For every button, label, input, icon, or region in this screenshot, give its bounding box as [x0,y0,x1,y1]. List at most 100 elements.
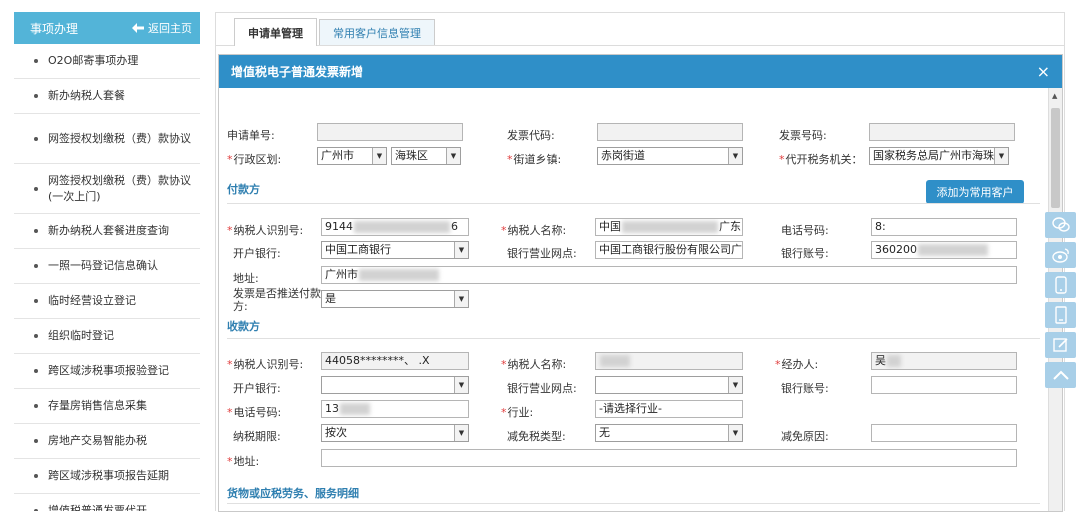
sidebar-item-real-estate[interactable]: 房地产交易智能办税 [14,424,200,459]
invoice-code-field[interactable] [597,123,743,141]
payer-address-label: 地址: [233,272,259,285]
push-invoice-select[interactable]: 是 ▼ [321,290,469,308]
phone-icon[interactable] [1045,272,1076,298]
chevron-down-icon: ▼ [446,148,460,164]
invoice-no-field[interactable] [869,123,1015,141]
chevron-down-icon: ▼ [454,377,468,393]
payee-taxid-label: *纳税人识别号: [227,358,304,371]
region-city-select[interactable]: 广州市 ▼ [317,147,387,165]
sidebar-title: 事项办理 [30,21,79,36]
chevron-down-icon: ▼ [454,291,468,307]
back-home-label: 返回主页 [148,22,192,35]
payee-bank-select[interactable]: ▼ [321,376,469,394]
region-label: *行政区划: [227,153,282,166]
sidebar-item-debit-agreement-onsite[interactable]: 网签授权划缴税（费）款协议(一次上门) [14,164,200,214]
payer-account-field[interactable]: 360200 [871,241,1017,259]
chevron-down-icon: ▼ [994,148,1008,164]
payee-name-field[interactable] [595,352,743,370]
chevron-down-icon: ▼ [454,242,468,258]
top-icon[interactable] [1045,362,1076,388]
payer-branch-label: 银行营业网点: [507,247,577,260]
sidebar-item-label: O2O邮寄事项办理 [48,54,139,67]
tablet-icon[interactable] [1045,302,1076,328]
sidebar-item-progress-query[interactable]: 新办纳税人套餐进度查询 [14,214,200,249]
relief-type-label: 减免税类型: [507,430,566,443]
sidebar-item-registration-confirm[interactable]: 一照一码登记信息确认 [14,249,200,284]
sidebar-item-label: 跨区域涉税事项报验登记 [48,364,169,377]
main-panel: 申请单管理 常用客户信息管理 增值税电子普通发票新增 × ▲ 申请单号: 发票代… [215,12,1065,512]
chevron-down-icon: ▼ [454,425,468,441]
divider [227,338,1040,339]
sidebar-item-cross-region[interactable]: 跨区域涉税事项报验登记 [14,354,200,389]
sidebar-item-temp-business[interactable]: 临时经营设立登记 [14,284,200,319]
payer-phone-field[interactable]: 8: [871,218,1017,236]
payee-account-field[interactable] [871,376,1017,394]
invoice-no-label: 发票号码: [779,129,827,142]
application-no-field[interactable] [317,123,463,141]
relief-reason-field[interactable] [871,424,1017,442]
close-icon[interactable]: × [1037,62,1050,81]
handler-label: *经办人: [775,358,819,371]
payer-section-title: 付款方 [227,183,260,196]
weibo-icon[interactable] [1045,242,1076,268]
payer-taxid-field[interactable]: 9144 6 [321,218,469,236]
sidebar-item-housing-sale[interactable]: 存量房销售信息采集 [14,389,200,424]
sidebar-item-label: 临时经营设立登记 [48,294,136,307]
payer-branch-field[interactable]: 中国工商银行股份有限公司广州 [595,241,743,259]
relief-type-select[interactable]: 无 ▼ [595,424,743,442]
payee-account-label: 银行账号: [781,382,829,395]
sidebar-item-label: 网签授权划缴税（费）款协议 [48,131,191,145]
region-district-select[interactable]: 海珠区 ▼ [391,147,461,165]
street-select[interactable]: 赤岗街道 ▼ [597,147,743,165]
payer-bank-select[interactable]: 中国工商银行 ▼ [321,241,469,259]
divider [227,503,1040,504]
invoice-code-label: 发票代码: [507,129,555,142]
sidebar-item-label: 增值税普通发票代开 [48,504,147,511]
handler-field[interactable]: 吴 [871,352,1017,370]
edit-icon[interactable] [1045,332,1076,358]
payer-name-label: *纳税人名称: [501,224,567,237]
push-invoice-label: 发票是否推送付款 方: [233,287,321,313]
scroll-thumb[interactable] [1051,108,1060,208]
application-no-label: 申请单号: [227,129,275,142]
chevron-down-icon: ▼ [372,148,386,164]
sidebar-item-label: 房地产交易智能办税 [48,434,147,447]
invoice-dialog: 增值税电子普通发票新增 × ▲ 申请单号: 发票代码: 发票号码: *行政区划:… [218,54,1063,512]
payee-phone-field[interactable]: 13 [321,400,469,418]
payee-branch-label: 银行营业网点: [507,382,577,395]
add-customer-button[interactable]: 添加为常用客户 [926,180,1024,204]
payer-address-field[interactable]: 广州市 [321,266,1017,284]
sidebar-item-o2o[interactable]: O2O邮寄事项办理 [14,44,200,79]
payee-taxid-field[interactable]: 44058********、 .X [321,352,469,370]
payer-name-field[interactable]: 中国 广东 [595,218,743,236]
tab-application-management[interactable]: 申请单管理 [234,18,317,46]
dialog-header: 增值税电子普通发票新增 × [219,55,1062,88]
sidebar-item-new-taxpayer[interactable]: 新办纳税人套餐 [14,79,200,114]
sidebar-header: 事项办理 返回主页 [14,12,200,44]
goods-section-title: 货物或应税劳务、服务明细 [227,487,359,500]
sidebar-item-org-temp[interactable]: 组织临时登记 [14,319,200,354]
industry-field[interactable]: -请选择行业- [595,400,743,418]
payer-taxid-label: *纳税人识别号: [227,224,304,237]
sidebar-item-cross-region-extend[interactable]: 跨区域涉税事项报告延期 [14,459,200,494]
tax-period-select[interactable]: 按次 ▼ [321,424,469,442]
sidebar-item-vat-invoice[interactable]: 增值税普通发票代开 [14,494,200,511]
payer-phone-label: 电话号码: [781,224,829,237]
tab-customer-management[interactable]: 常用客户信息管理 [319,19,435,45]
tab-bar: 申请单管理 常用客户信息管理 [216,13,1064,46]
agency-select[interactable]: 国家税务总局广州市海珠 ▼ [869,147,1009,165]
back-home-link[interactable]: 返回主页 [132,20,192,36]
sidebar-item-debit-agreement[interactable]: 网签授权划缴税（费）款协议 [14,114,200,164]
scroll-up-icon[interactable]: ▲ [1052,92,1057,100]
wechat-icon[interactable] [1045,212,1076,238]
payee-address-field[interactable] [321,449,1017,467]
tax-period-label: 纳税期限: [233,430,281,443]
sidebar-item-label: 网签授权划缴税（费）款协议(一次上门) [48,173,191,203]
payee-branch-select[interactable]: ▼ [595,376,743,394]
sidebar-item-label: 跨区域涉税事项报告延期 [48,469,169,482]
payee-bank-label: 开户银行: [233,382,281,395]
agency-label: *代开税务机关： [779,153,863,166]
sidebar: 事项办理 返回主页 O2O邮寄事项办理 新办纳税人套餐 网签授权划缴税（费）款协… [14,12,200,511]
back-arrow-icon [132,23,144,33]
payee-section-title: 收款方 [227,320,260,333]
